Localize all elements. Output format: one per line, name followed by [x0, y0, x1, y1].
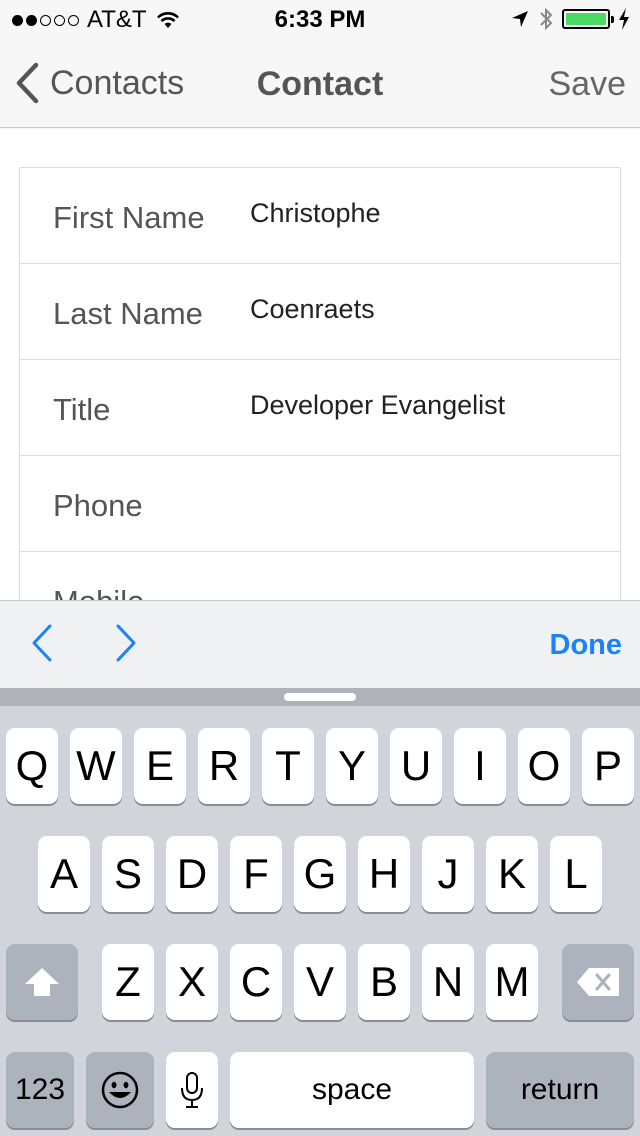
key-t[interactable]: T [262, 728, 314, 804]
key-u[interactable]: U [390, 728, 442, 804]
dictation-key[interactable] [166, 1052, 218, 1128]
previous-field-button[interactable] [30, 623, 54, 668]
status-right [510, 6, 630, 32]
key-a[interactable]: A [38, 836, 90, 912]
key-o[interactable]: O [518, 728, 570, 804]
shift-key[interactable] [6, 944, 78, 1020]
delete-key[interactable] [562, 944, 634, 1020]
return-key[interactable]: return [486, 1052, 634, 1128]
next-field-button[interactable] [114, 623, 138, 668]
key-v[interactable]: V [294, 944, 346, 1020]
key-s[interactable]: S [102, 836, 154, 912]
key-j[interactable]: J [422, 836, 474, 912]
key-y[interactable]: Y [326, 728, 378, 804]
microphone-icon [181, 1072, 203, 1108]
back-button[interactable]: Contacts [14, 62, 184, 104]
form-row-mobile[interactable]: Mobile [20, 552, 620, 601]
save-button[interactable]: Save [549, 65, 627, 104]
last-name-field[interactable]: Coenraets [250, 294, 375, 325]
mobile-label: Mobile [53, 584, 144, 601]
chevron-right-icon [116, 624, 136, 662]
form-row-first-name[interactable]: First Name Christophe [20, 168, 620, 264]
key-c[interactable]: C [230, 944, 282, 1020]
charging-bolt-icon [619, 8, 629, 30]
keyboard: Q W E R T Y U I O P A S D F G H J K L Z … [0, 688, 640, 1136]
key-q[interactable]: Q [6, 728, 58, 804]
keyboard-drag-handle[interactable] [284, 693, 356, 701]
key-l[interactable]: L [550, 836, 602, 912]
last-name-label: Last Name [53, 296, 203, 331]
contact-form-area: First Name Christophe Last Name Coenraet… [0, 129, 640, 601]
backspace-icon [577, 968, 619, 996]
key-r[interactable]: R [198, 728, 250, 804]
key-h[interactable]: H [358, 836, 410, 912]
form-row-title[interactable]: Title Developer Evangelist [20, 360, 620, 456]
key-g[interactable]: G [294, 836, 346, 912]
key-b[interactable]: B [358, 944, 410, 1020]
key-n[interactable]: N [422, 944, 474, 1020]
battery-fill [566, 13, 606, 25]
status-bar: AT&T 6:33 PM [0, 0, 640, 40]
emoji-key[interactable] [86, 1052, 154, 1128]
numbers-key[interactable]: 123 [6, 1052, 74, 1128]
done-button[interactable]: Done [550, 629, 623, 662]
key-d[interactable]: D [166, 836, 218, 912]
title-label: Title [53, 392, 111, 427]
bluetooth-icon [540, 7, 553, 31]
location-arrow-icon [512, 11, 528, 27]
form-row-last-name[interactable]: Last Name Coenraets [20, 264, 620, 360]
form-row-phone[interactable]: Phone [20, 456, 620, 552]
key-e[interactable]: E [134, 728, 186, 804]
key-p[interactable]: P [582, 728, 634, 804]
battery-icon [562, 9, 614, 29]
shift-arrow-icon [25, 968, 59, 996]
key-w[interactable]: W [70, 728, 122, 804]
navigation-bar: Contacts Contact Save [0, 40, 640, 128]
contact-form: First Name Christophe Last Name Coenraet… [19, 167, 621, 601]
key-x[interactable]: X [166, 944, 218, 1020]
title-field[interactable]: Developer Evangelist [250, 390, 505, 421]
space-key[interactable]: space [230, 1052, 474, 1128]
back-button-label: Contacts [50, 63, 185, 102]
keyboard-accessory-bar: Done [0, 600, 640, 688]
chevron-left-icon [32, 624, 52, 662]
key-m[interactable]: M [486, 944, 538, 1020]
chevron-left-icon [16, 62, 39, 104]
key-z[interactable]: Z [102, 944, 154, 1020]
key-i[interactable]: I [454, 728, 506, 804]
emoji-smiley-icon [101, 1071, 139, 1109]
key-k[interactable]: K [486, 836, 538, 912]
key-f[interactable]: F [230, 836, 282, 912]
first-name-label: First Name [53, 200, 205, 235]
first-name-field[interactable]: Christophe [250, 198, 381, 229]
phone-label: Phone [53, 488, 143, 523]
keyboard-handle-bar [0, 688, 640, 706]
